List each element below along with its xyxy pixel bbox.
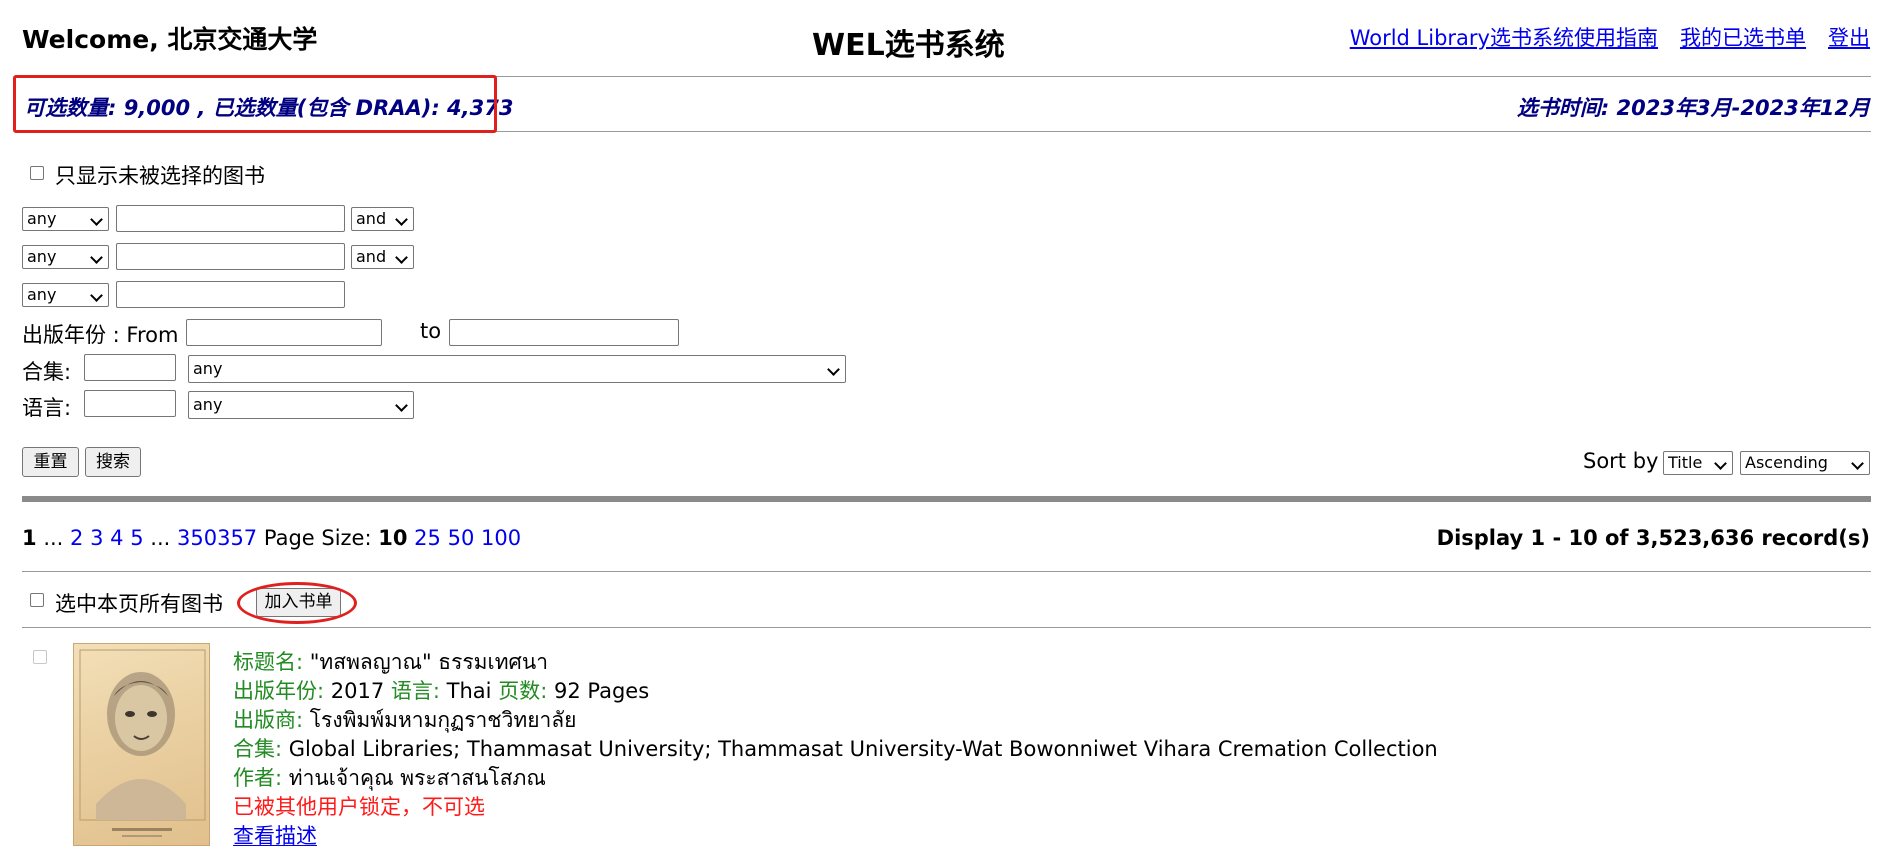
selection-period: 选书时间: 2023年3月-2023年12月 — [1516, 96, 1870, 120]
language-input[interactable] — [84, 390, 176, 417]
results-divider — [22, 496, 1871, 502]
app-title: WEL选书系统 — [812, 28, 1005, 63]
chevron-down-icon — [90, 213, 103, 226]
record-author: ท่านเจ้าคุณ พระสาสนโสภณ — [288, 766, 546, 790]
view-description-link[interactable]: 查看描述 — [233, 824, 317, 846]
sort-order-value: Ascending — [1745, 453, 1828, 472]
collection-input[interactable] — [84, 354, 176, 381]
year-from-input[interactable] — [186, 319, 382, 346]
guide-link[interactable]: World Library选书系统使用指南 — [1350, 26, 1658, 50]
current-page: 1 — [22, 526, 37, 550]
unselected-only-label: 只显示未被选择的图书 — [55, 164, 265, 188]
chevron-down-icon — [395, 399, 408, 412]
page-ellipsis: ... — [43, 526, 64, 550]
reset-button[interactable]: 重置 — [22, 447, 79, 477]
record-year: 2017 — [330, 679, 385, 703]
select-all-label: 选中本页所有图书 — [55, 592, 223, 616]
search-field-value-1: any — [27, 209, 57, 228]
collection-field-label: 合集: — [233, 737, 283, 761]
language-select[interactable]: any — [188, 391, 414, 419]
record-pages: 92 Pages — [553, 679, 650, 703]
page-ellipsis: ... — [150, 526, 171, 550]
page-size-100[interactable]: 100 — [481, 526, 521, 550]
chevron-down-icon — [395, 213, 408, 226]
logout-link[interactable]: 登出 — [1828, 26, 1870, 50]
record-count: Display 1 - 10 of 3,523,636 record(s) — [1436, 526, 1870, 550]
add-button-highlight — [237, 582, 357, 624]
top-links: World Library选书系统使用指南 我的已选书单 登出 — [1328, 22, 1870, 52]
lang-label: 语言: — [390, 679, 440, 703]
selection-divider — [22, 627, 1871, 628]
sort-field-value: Title — [1668, 453, 1703, 472]
search-field-value-3: any — [27, 285, 57, 304]
record-publisher: โรงพิมพ์มหามกุฏราชวิทยาลัย — [309, 708, 577, 732]
page-size-label: Page Size: — [263, 526, 372, 550]
chevron-down-icon — [395, 251, 408, 264]
search-field-value-2: any — [27, 247, 57, 266]
sort-order-select[interactable]: Ascending — [1740, 451, 1870, 475]
search-field-select-1[interactable]: any — [22, 207, 109, 231]
page-link-5[interactable]: 5 — [130, 526, 143, 550]
page-size-50[interactable]: 50 — [448, 526, 475, 550]
sort-by-label: Sort by — [1583, 449, 1659, 473]
page-link-2[interactable]: 2 — [70, 526, 83, 550]
boolean-op-value-2: and — [356, 247, 387, 266]
record-language: Thai — [446, 679, 492, 703]
year-from-label: 出版年份 : From — [22, 323, 179, 347]
page-link-4[interactable]: 4 — [110, 526, 123, 550]
record-title: "ทสพลญาณ" ธรรมเทศนา — [309, 650, 549, 674]
quota-highlight-box — [13, 75, 497, 133]
language-label: 语言: — [22, 396, 72, 420]
chevron-down-icon — [90, 289, 103, 302]
search-field-select-3[interactable]: any — [22, 283, 109, 307]
language-select-value: any — [193, 395, 223, 414]
pagination-divider — [22, 571, 1871, 572]
page-size-current: 10 — [378, 526, 408, 550]
page-size-25[interactable]: 25 — [414, 526, 441, 550]
boolean-op-value-1: and — [356, 209, 387, 228]
collection-label: 合集: — [22, 360, 72, 384]
collection-select-value: any — [193, 359, 223, 378]
welcome-text: Welcome, 北京交通大学 — [22, 25, 318, 54]
search-field-select-2[interactable]: any — [22, 245, 109, 269]
search-input-3[interactable] — [116, 281, 345, 308]
year-to-label: to — [420, 319, 442, 343]
book-cover-image[interactable] — [73, 643, 210, 846]
pagination: 1 ... 2 3 4 5 ... 350357 Page Size: 10 2… — [22, 526, 521, 550]
year-label: 出版年份: — [233, 679, 325, 703]
unselected-only-checkbox[interactable] — [30, 166, 44, 180]
chevron-down-icon — [1714, 457, 1727, 470]
search-input-1[interactable] — [116, 205, 345, 232]
record-checkbox[interactable] — [33, 650, 47, 664]
page-link-3[interactable]: 3 — [90, 526, 103, 550]
boolean-op-select-1[interactable]: and — [351, 207, 414, 231]
author-label: 作者: — [233, 766, 283, 790]
select-all-checkbox[interactable] — [30, 593, 44, 607]
boolean-op-select-2[interactable]: and — [351, 245, 414, 269]
record-meta-line: 出版年份: 2017 语言: Thai 页数: 92 Pages — [233, 675, 649, 705]
view-description-line: 查看描述 — [233, 820, 317, 846]
my-list-link[interactable]: 我的已选书单 — [1680, 26, 1806, 50]
portrait-image — [79, 649, 206, 837]
search-button[interactable]: 搜索 — [85, 447, 141, 477]
year-to-input[interactable] — [449, 319, 679, 346]
collection-select[interactable]: any — [188, 355, 846, 383]
title-label: 标题名: — [233, 650, 304, 674]
publisher-label: 出版商: — [233, 708, 304, 732]
chevron-down-icon — [827, 363, 840, 376]
chevron-down-icon — [90, 251, 103, 264]
chevron-down-icon — [1851, 457, 1864, 470]
pages-label: 页数: — [498, 679, 548, 703]
record-collection-line: 合集: Global Libraries; Thammasat Universi… — [233, 733, 1438, 763]
locked-status: 已被其他用户锁定，不可选 — [233, 795, 485, 819]
last-page-link[interactable]: 350357 — [177, 526, 257, 550]
search-input-2[interactable] — [116, 243, 345, 270]
wel-book-selection-page: Welcome, 北京交通大学 WEL选书系统 World Library选书系… — [0, 0, 1886, 846]
sort-field-select[interactable]: Title — [1663, 451, 1733, 475]
record-collection: Global Libraries; Thammasat University; … — [288, 737, 1438, 761]
